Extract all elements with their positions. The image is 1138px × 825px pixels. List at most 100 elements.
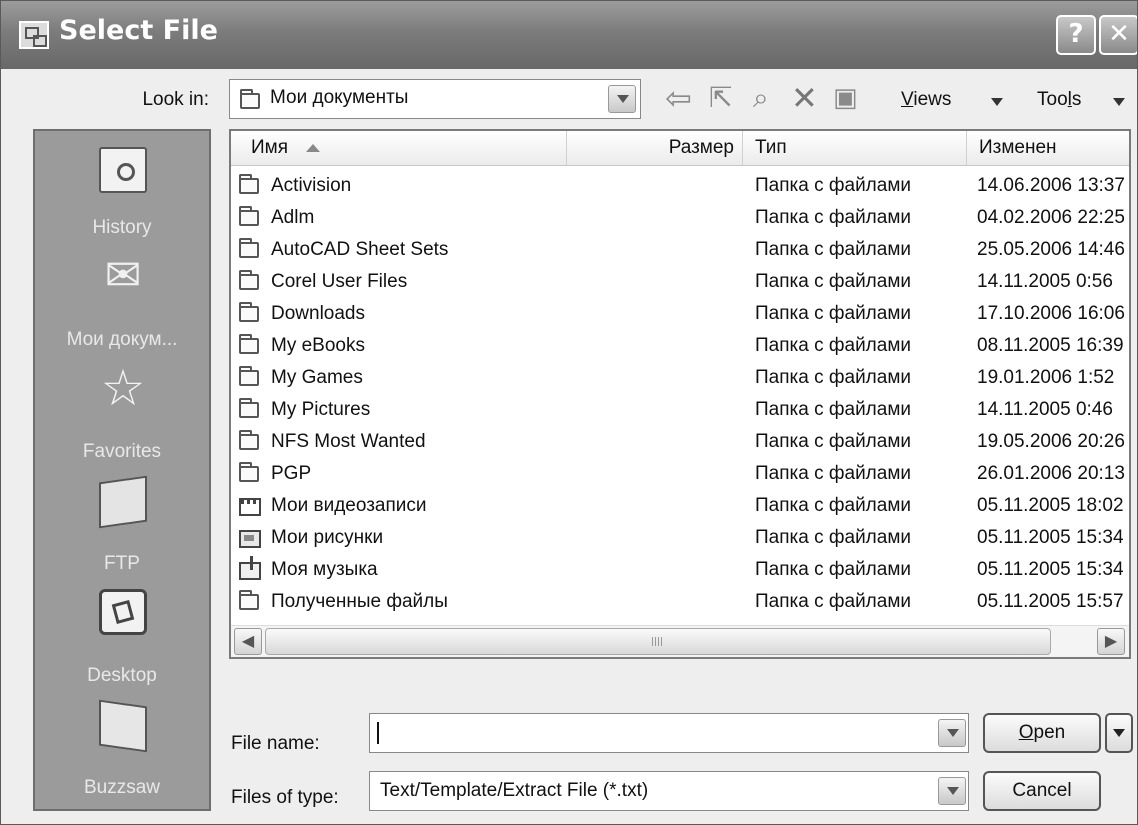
column-header-type[interactable]: Тип — [743, 131, 967, 165]
file-name: Activision — [271, 175, 352, 196]
dialog-title: Select File — [59, 15, 218, 46]
look-in-value: Мои документы — [270, 87, 409, 108]
column-header-size[interactable]: Размер — [567, 131, 743, 165]
folder-icon — [239, 302, 259, 322]
chevron-down-icon[interactable] — [938, 777, 966, 805]
list-item[interactable]: Полученные файлы Папка с файлами 05.11.2… — [231, 587, 1129, 617]
file-name: Downloads — [271, 303, 365, 324]
files-of-type-label: Files of type: — [231, 787, 339, 808]
open-button[interactable]: Open — [983, 713, 1101, 753]
tools-menu[interactable]: Tools — [1037, 89, 1081, 111]
favorites-icon: ☆ — [100, 360, 146, 416]
file-name: Corel User Files — [271, 271, 408, 292]
folder-icon — [239, 238, 259, 258]
file-type: Папка с файлами — [755, 271, 912, 292]
place-my-documents-label: Мои докум... — [66, 329, 178, 350]
scroll-left-icon[interactable]: ◀ — [234, 628, 262, 655]
file-name: PGP — [271, 463, 312, 484]
list-item[interactable]: My Games Папка с файлами 19.01.2006 1:52 — [231, 363, 1129, 393]
folder-icon — [239, 334, 259, 354]
delete-icon[interactable]: ✕ — [791, 81, 818, 115]
file-type: Папка с файлами — [755, 463, 912, 484]
file-modified: 14.06.2006 13:37 — [977, 175, 1125, 196]
select-file-dialog: Select File ? ✕ Look in: Мои документы ⇦… — [0, 0, 1138, 825]
file-name-label: File name: — [231, 733, 320, 754]
file-type: Папка с файлами — [755, 591, 912, 612]
horizontal-scrollbar[interactable]: ◀ ▶ — [231, 625, 1129, 657]
open-options-dropdown-icon[interactable] — [1105, 713, 1133, 753]
file-type: Папка с файлами — [755, 495, 912, 516]
file-modified: 14.11.2005 0:56 — [977, 271, 1113, 292]
file-modified: 05.11.2005 15:34 — [977, 527, 1124, 548]
place-desktop-label: Desktop — [87, 665, 157, 686]
chevron-down-icon[interactable] — [938, 719, 966, 747]
folder-icon — [239, 398, 259, 418]
file-type: Папка с файлами — [755, 207, 912, 228]
list-item[interactable]: Activision Папка с файлами 14.06.2006 13… — [231, 171, 1129, 201]
up-folder-icon[interactable]: ⇱ — [709, 81, 732, 115]
file-modified: 26.01.2006 20:13 — [977, 463, 1125, 484]
app-icon — [19, 21, 49, 49]
chevron-down-icon[interactable] — [608, 85, 636, 113]
cancel-button[interactable]: Cancel — [983, 771, 1101, 811]
pictures-folder-icon — [239, 530, 261, 548]
column-header-name[interactable]: Имя — [231, 131, 567, 165]
file-modified: 19.05.2006 20:26 — [977, 431, 1125, 452]
list-item[interactable]: NFS Most Wanted Папка с файлами 19.05.20… — [231, 427, 1129, 457]
list-item[interactable]: Мои рисунки Папка с файлами 05.11.2005 1… — [231, 523, 1129, 553]
places-bar: History ✉ Мои докум... ☆ Favorites FTP D… — [33, 129, 211, 811]
column-header-modified[interactable]: Изменен — [967, 131, 1129, 165]
place-ftp-label: FTP — [104, 553, 140, 574]
folder-icon — [239, 270, 259, 290]
folder-icon — [239, 590, 259, 610]
open-label: pen — [1033, 722, 1066, 743]
search-icon[interactable]: ⌕ — [753, 81, 769, 115]
place-favorites-label: Favorites — [82, 441, 162, 462]
list-item[interactable]: Мои видеозаписи Папка с файлами 05.11.20… — [231, 491, 1129, 521]
file-name: Полученные файлы — [271, 591, 448, 612]
file-name-input[interactable] — [369, 713, 969, 753]
desktop-icon — [99, 589, 147, 635]
file-type: Папка с файлами — [755, 527, 912, 548]
views-menu[interactable]: Views — [901, 89, 951, 111]
views-menu-mnemonic: V — [901, 89, 914, 110]
scrollbar-thumb[interactable] — [265, 628, 1051, 655]
list-item[interactable]: Моя музыка Папка с файлами 05.11.2005 15… — [231, 555, 1129, 585]
folder-icon — [240, 89, 260, 109]
sort-ascending-icon — [306, 143, 321, 152]
place-buzzsaw-label: Buzzsaw — [83, 777, 161, 798]
scroll-right-icon[interactable]: ▶ — [1097, 628, 1125, 655]
views-dropdown-arrow-icon[interactable] — [991, 98, 1003, 106]
list-item[interactable]: Adlm Папка с файлами 04.02.2006 22:25 — [231, 203, 1129, 233]
file-modified: 05.11.2005 15:57 — [977, 591, 1124, 612]
list-item[interactable]: My eBooks Папка с файлами 08.11.2005 16:… — [231, 331, 1129, 361]
file-name: AutoCAD Sheet Sets — [271, 239, 449, 260]
music-folder-icon — [239, 556, 261, 580]
history-icon — [99, 147, 147, 193]
file-modified: 08.11.2005 16:39 — [977, 335, 1124, 356]
files-of-type-dropdown[interactable]: Text/Template/Extract File (*.txt) — [369, 771, 969, 811]
file-name: My Games — [271, 367, 363, 388]
list-item[interactable]: Downloads Папка с файлами 17.10.2006 16:… — [231, 299, 1129, 329]
tools-dropdown-arrow-icon[interactable] — [1113, 98, 1125, 106]
new-folder-icon[interactable]: ▣ — [833, 81, 858, 115]
folder-icon — [239, 174, 259, 194]
file-type: Папка с файлами — [755, 175, 912, 196]
list-item[interactable]: AutoCAD Sheet Sets Папка с файлами 25.05… — [231, 235, 1129, 265]
text-caret — [377, 722, 379, 744]
file-name: Adlm — [271, 207, 315, 228]
file-list[interactable]: Имя Размер Тип Изменен Activision Папка … — [229, 129, 1131, 659]
list-item[interactable]: My Pictures Папка с файлами 14.11.2005 0… — [231, 395, 1129, 425]
help-button[interactable]: ? — [1056, 15, 1096, 55]
back-icon[interactable]: ⇦ — [665, 81, 692, 115]
look-in-dropdown[interactable]: Мои документы — [229, 79, 641, 119]
file-name: NFS Most Wanted — [271, 431, 426, 452]
list-item[interactable]: Corel User Files Папка с файлами 14.11.2… — [231, 267, 1129, 297]
close-button[interactable]: ✕ — [1099, 15, 1137, 55]
file-type: Папка с файлами — [755, 399, 912, 420]
folder-icon — [239, 462, 259, 482]
folder-icon — [239, 366, 259, 386]
list-item[interactable]: PGP Папка с файлами 26.01.2006 20:13 — [231, 459, 1129, 489]
file-modified: 05.11.2005 18:02 — [977, 495, 1124, 516]
title-bar[interactable]: Select File ? ✕ — [1, 1, 1137, 69]
